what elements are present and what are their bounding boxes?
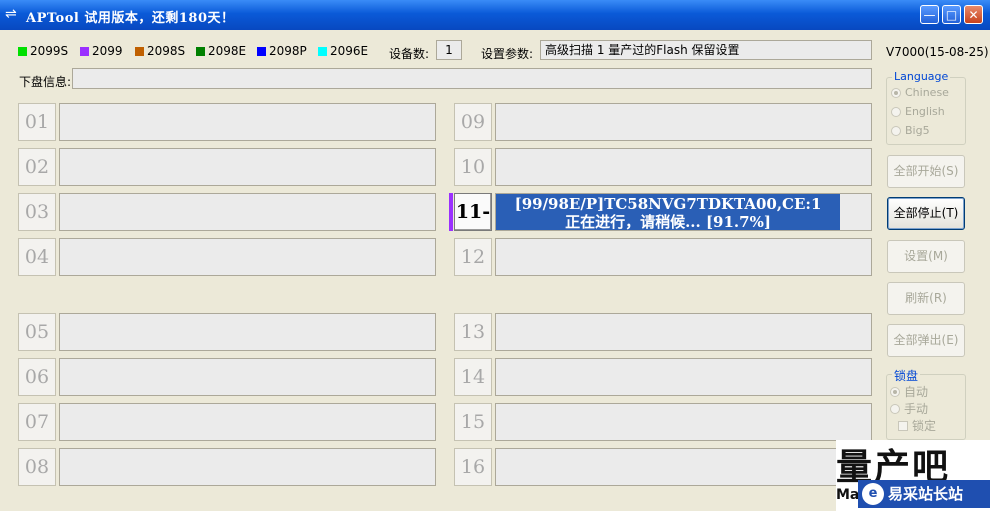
slot-05-button[interactable]: 05 [18, 313, 56, 351]
close-button[interactable]: ✕ [964, 5, 983, 24]
legend-label: 2098P [269, 44, 307, 58]
eject-all-button[interactable]: 全部弹出(E) [887, 324, 965, 357]
slot-04-button[interactable]: 04 [18, 238, 56, 276]
slot-16-button[interactable]: 16 [454, 448, 492, 486]
slot-10-button[interactable]: 10 [454, 148, 492, 186]
legend-label: 2098E [208, 44, 247, 58]
legend-item-2099: 2099 [80, 44, 123, 58]
legend-swatch [196, 46, 205, 56]
legend-label: 2096E [330, 44, 369, 58]
slot-02-status [59, 148, 436, 186]
slot-09-status [495, 103, 872, 141]
slot-06-status [59, 358, 436, 396]
legend-swatch [135, 46, 144, 56]
refresh-button[interactable]: 刷新(R) [887, 282, 965, 315]
slot-11-chip-info: [99/98E/P]TC58NVG7TDKTA00,CE:1 [514, 195, 822, 213]
legend-label: 2099S [30, 44, 69, 58]
lock-manual-radio[interactable]: 手动 [890, 400, 928, 417]
slot-01-button[interactable]: 01 [18, 103, 56, 141]
slot-06-button[interactable]: 06 [18, 358, 56, 396]
chip-type-indicator [449, 193, 453, 231]
settings-label: 设置参数: [481, 47, 534, 61]
watermark-side-text: Ma [836, 487, 860, 503]
legend-swatch [18, 46, 27, 56]
slot-07-button[interactable]: 07 [18, 403, 56, 441]
slot-01-status [59, 103, 436, 141]
slot-04-status [59, 238, 436, 276]
legend-item-2098e: 2098E [196, 44, 246, 58]
window-title: APTool 试用版本，还剩180天！ [26, 11, 235, 26]
language-chinese-radio[interactable]: Chinese [891, 86, 949, 99]
stop-all-button[interactable]: 全部停止(T) [887, 197, 965, 230]
slot-11-button[interactable]: 11-I [454, 193, 492, 259]
download-info-label: 下盘信息: [19, 75, 72, 89]
slot-14-button[interactable]: 14 [454, 358, 492, 396]
slot-03-button[interactable]: 03 [18, 193, 56, 231]
watermark-site-name: 易采站长站 [888, 485, 964, 503]
lock-checkbox[interactable]: 锁定 [898, 417, 936, 434]
slot-16-status [495, 448, 872, 486]
lock-manual-label: 手动 [904, 402, 929, 416]
lock-auto-label: 自动 [904, 385, 929, 399]
usb-icon: ⇌ [5, 6, 17, 22]
legend-item-2098p: 2098P [257, 44, 307, 58]
settings-button[interactable]: 设置(M) [887, 240, 965, 273]
slot-08-button[interactable]: 08 [18, 448, 56, 486]
legend-swatch [80, 46, 89, 56]
slot-13-status [495, 313, 872, 351]
radio-dot [891, 106, 901, 117]
legend-item-2096e: 2096E [318, 44, 368, 58]
slot-03-status [59, 193, 436, 231]
slot-15-status [495, 403, 872, 441]
legend-item-2098s: 2098S [135, 44, 185, 58]
version-label: V7000(15-08-25) [886, 45, 989, 59]
legend-swatch [318, 46, 327, 56]
legend-item-2099s: 2099S [18, 44, 68, 58]
slot-09-button[interactable]: 09 [454, 103, 492, 141]
radio-dot [890, 386, 900, 397]
slot-07-status [59, 403, 436, 441]
slot-13-button[interactable]: 13 [454, 313, 492, 351]
language-english-radio[interactable]: English [891, 105, 945, 118]
maximize-button[interactable]: □ [942, 5, 961, 24]
e-logo-icon: e [862, 483, 884, 505]
legend-label: 2098S [147, 44, 186, 58]
slot-05-status [59, 313, 436, 351]
device-count-label: 设备数: [389, 47, 430, 61]
minimize-button[interactable]: — [920, 5, 939, 24]
lock-group-title: 锁盘 [892, 367, 921, 384]
lock-auto-radio[interactable]: 自动 [890, 383, 928, 400]
radio-dot [890, 403, 900, 414]
slot-15-button[interactable]: 15 [454, 403, 492, 441]
slot-12-button[interactable]: 12 [454, 238, 492, 276]
checkbox-box [898, 420, 908, 431]
language-big5-radio[interactable]: Big5 [891, 124, 930, 137]
legend-swatch [257, 46, 266, 56]
slot-02-button[interactable]: 02 [18, 148, 56, 186]
language-big5-label: Big5 [905, 124, 930, 137]
radio-dot [891, 87, 901, 98]
language-chinese-label: Chinese [905, 86, 949, 99]
slot-11-progress-bar: [99/98E/P]TC58NVG7TDKTA00,CE:1 正在进行，请稍候.… [496, 194, 840, 231]
slot-08-status [59, 448, 436, 486]
slot-11-progress-text: 正在进行，请稍候... [91.7%] [565, 213, 771, 231]
lock-checkbox-label: 锁定 [912, 419, 937, 433]
legend-label: 2099 [92, 44, 123, 58]
slot-11-status: [99/98E/P]TC58NVG7TDKTA00,CE:1 正在进行，请稍候.… [495, 193, 872, 231]
radio-dot [891, 125, 901, 136]
language-group-title: Language [892, 70, 951, 83]
language-english-label: English [905, 105, 945, 118]
settings-value: 高级扫描 1 量产过的Flash 保留设置 [540, 40, 872, 60]
slot-10-status [495, 148, 872, 186]
start-all-button[interactable]: 全部开始(S) [887, 155, 965, 188]
slot-12-status [495, 238, 872, 276]
device-count-value: 1 [436, 40, 462, 60]
watermark: 量产吧 Ma 易采站长站 e [836, 440, 990, 511]
title-bar: ⇌ APTool 试用版本，还剩180天！ — □ ✕ [0, 0, 990, 30]
download-info-field [72, 68, 872, 89]
slot-14-status [495, 358, 872, 396]
